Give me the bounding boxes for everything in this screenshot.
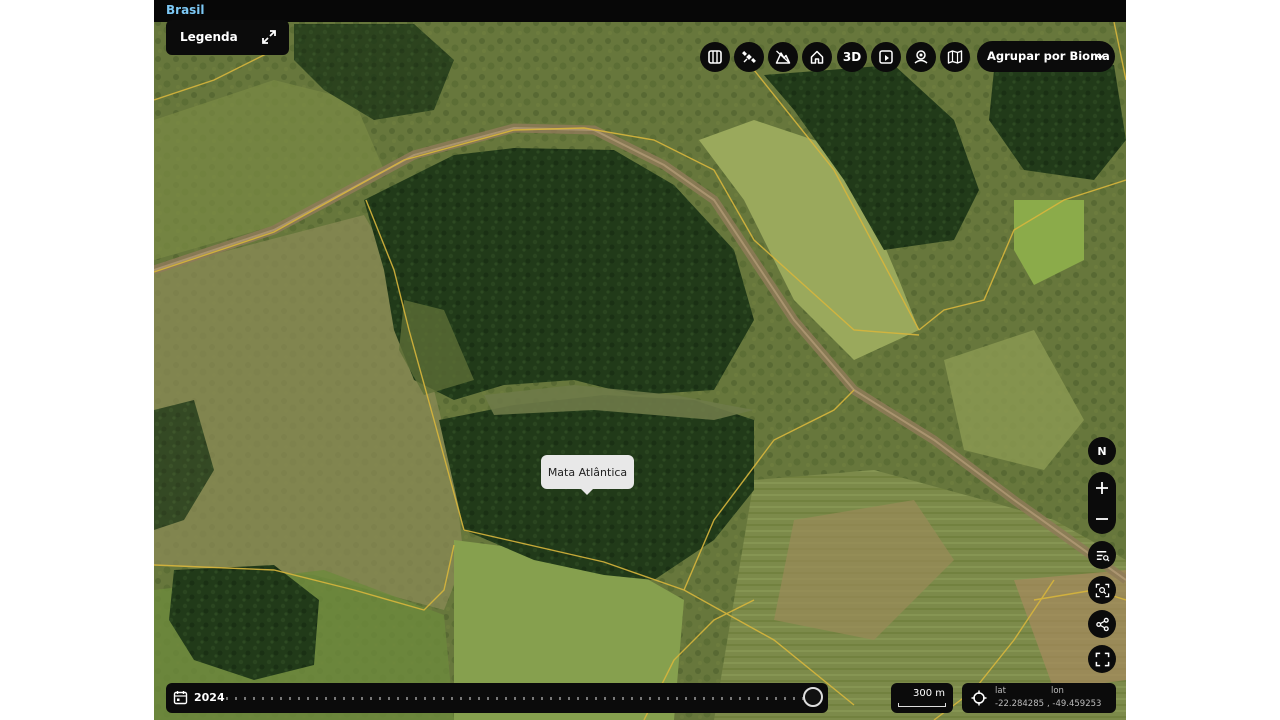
lon-number: -49.459253 (1052, 699, 1102, 709)
compass-north-label: N (1097, 444, 1107, 458)
home-button[interactable] (802, 42, 832, 72)
plus-icon (1096, 481, 1108, 494)
media-button[interactable] (871, 42, 901, 72)
satellite-icon (742, 51, 756, 63)
media-icon (879, 50, 893, 64)
top-bar: Brasil (154, 0, 1126, 22)
search-list-button[interactable] (1088, 541, 1116, 569)
3d-button[interactable]: 3D (837, 42, 867, 72)
zoom-in-button[interactable] (1088, 472, 1116, 503)
group-by-label: Agrupar por Bioma (987, 49, 1110, 63)
zoom-controls (1088, 472, 1116, 534)
user-location-icon (914, 50, 928, 64)
timeline-track[interactable] (226, 697, 813, 700)
legend-label: Legenda (180, 30, 238, 44)
fullscreen-button[interactable] (1088, 645, 1116, 673)
lat-value: -22.284285 (995, 699, 1045, 709)
coordinates-panel: lat -22.284285 lon , -49.459253 (962, 683, 1116, 713)
terrain-icon (775, 50, 791, 64)
map-icon (947, 50, 963, 64)
zoom-to-area-button[interactable] (1088, 576, 1116, 604)
map-layers-button[interactable] (940, 42, 970, 72)
scale-ruler (898, 703, 946, 707)
satellite-button[interactable] (734, 42, 764, 72)
lon-value: , -49.459253 (1047, 699, 1102, 709)
legend-panel[interactable]: Legenda (166, 20, 289, 55)
terrain-button[interactable] (768, 42, 798, 72)
timeline-bar: 2024 (166, 683, 828, 713)
scale-bar: 300 m (891, 683, 953, 713)
calendar-icon[interactable] (173, 690, 188, 705)
group-by-biome-dropdown[interactable]: Agrupar por Bioma (977, 41, 1115, 72)
crosshair-icon[interactable] (971, 690, 987, 706)
breadcrumb-country[interactable]: Brasil (166, 3, 205, 17)
share-button[interactable] (1088, 610, 1116, 638)
zoom-out-button[interactable] (1088, 503, 1116, 534)
lon-label: lon (1051, 686, 1064, 696)
user-location-button[interactable] (906, 42, 936, 72)
app-window: Brasil Legenda 3D Agrupar por Bioma Mata… (154, 0, 1126, 720)
home-icon (810, 50, 824, 64)
biome-label: Mata Atlântica (547, 465, 628, 479)
compare-button[interactable] (700, 42, 730, 72)
selected-year: 2024 (194, 691, 225, 704)
minus-icon (1096, 517, 1108, 520)
expand-icon[interactable] (261, 29, 277, 45)
fullscreen-icon (1095, 652, 1109, 666)
focus-search-icon (1095, 583, 1109, 597)
list-search-icon (1096, 550, 1109, 562)
biome-tooltip: Mata Atlântica (541, 455, 634, 495)
chevron-down-icon (1095, 54, 1105, 60)
lat-label: lat (995, 686, 1006, 696)
satellite-map[interactable] (154, 22, 1126, 720)
scale-value: 300 m (912, 688, 945, 699)
share-icon (1095, 617, 1109, 631)
compass-button[interactable]: N (1088, 437, 1116, 465)
compare-icon (708, 50, 722, 64)
timeline-slider-handle[interactable] (803, 687, 823, 707)
